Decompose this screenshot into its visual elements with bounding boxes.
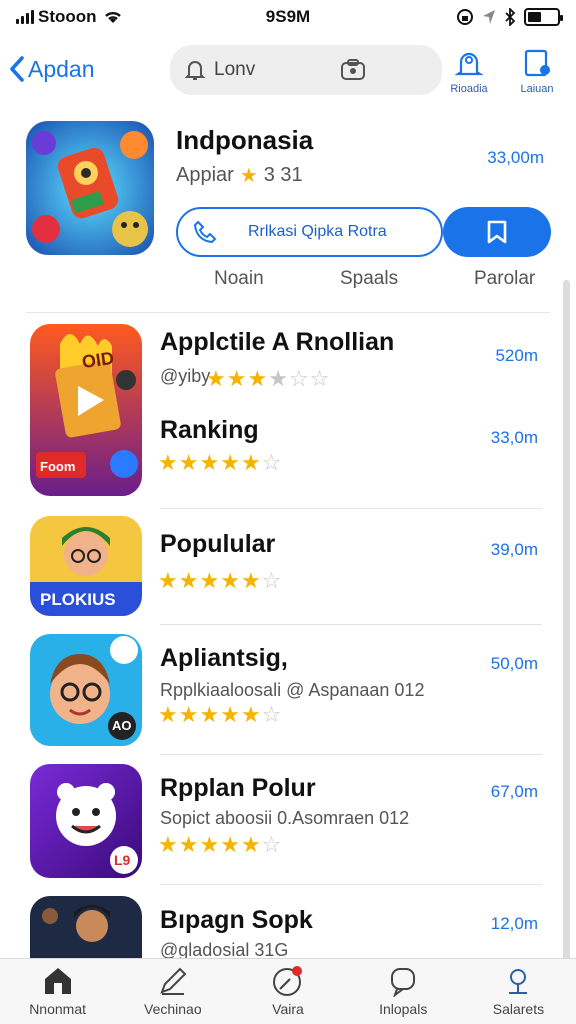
star-rating: ★ ★ ★ ★ ★ ☆ xyxy=(158,568,282,593)
nav-action-rioadia[interactable]: Rioadia xyxy=(436,48,502,95)
tabbar-item-search[interactable]: Salarets xyxy=(461,959,576,1024)
list-item[interactable]: Bıpagn Sopk @gladosial 31G 12,0m xyxy=(0,902,560,960)
app-size: 520m xyxy=(495,346,538,365)
app-size: 50,0m xyxy=(490,654,538,673)
nav-action-label: Laiuan xyxy=(520,83,554,95)
back-label: Apdan xyxy=(28,55,95,82)
carrier-label: Stooon xyxy=(38,7,97,26)
scrollbar[interactable] xyxy=(563,280,570,980)
divider xyxy=(160,624,542,625)
tab-parolar[interactable]: Parolar xyxy=(474,268,535,290)
person-bell-icon xyxy=(454,52,484,76)
wifi-icon xyxy=(104,11,121,23)
search-input[interactable]: Lonv xyxy=(170,45,442,95)
status-bar: Stooon 9S9M xyxy=(0,0,576,34)
nav-bar: Apdan Lonv Rioadia Laiuan xyxy=(0,40,576,104)
phone-icon xyxy=(193,220,217,244)
star-rating: ★ ★ ★ ★ ★ ☆ xyxy=(158,702,282,727)
bookmark-button[interactable] xyxy=(443,207,551,257)
featured-rating: Appiar ★ 3 31 xyxy=(176,163,303,188)
star-rating: ★ ★ ★ ★ ★ ☆ xyxy=(158,450,282,475)
bell-icon xyxy=(184,61,206,80)
list-item[interactable]: Rpplan Polur Sopict aboosii 0.Asomraen 0… xyxy=(0,770,560,880)
back-button[interactable]: Apdan xyxy=(8,50,95,88)
app-title: Bıpagn Sopk xyxy=(160,906,313,934)
bookmark-icon xyxy=(487,220,507,244)
featured-action-label: Rrlkasi Qipka Rotra xyxy=(248,223,387,240)
featured-app-size: 33,00m xyxy=(487,148,544,167)
lock-rotation-icon xyxy=(457,9,473,25)
app-size: 67,0m xyxy=(490,782,538,801)
tabbar-label: Salarets xyxy=(492,1001,545,1017)
nav-action-label: Rioadia xyxy=(450,83,488,95)
star-rating: ★ ★ ★ ★ ☆ ☆ xyxy=(206,366,330,391)
home-icon xyxy=(44,968,71,994)
featured-app-title: Indponasia xyxy=(176,125,314,155)
tab-noain[interactable]: Noain xyxy=(214,268,264,290)
featured-action-button[interactable]: Rrlkasi Qipka Rotra xyxy=(176,207,443,257)
list-item[interactable]: Populular ★ ★ ★ ★ ★ ☆ 39,0m xyxy=(0,524,560,614)
tabbar-label: Inlopals xyxy=(379,1001,428,1017)
app-subtitle: Sopict aboosii 0.Asomraen 012 xyxy=(160,808,410,828)
tabbar-item-explore[interactable]: Vaira xyxy=(230,959,345,1024)
pencil-icon xyxy=(160,967,187,995)
segment-tabs: Noain Spaals Parolar xyxy=(0,268,576,302)
list-item[interactable]: Ranking ★ ★ ★ ★ ★ ☆ 33,0m xyxy=(0,414,560,504)
tabbar-item-home[interactable]: Nnonmat xyxy=(0,959,115,1024)
battery-icon xyxy=(524,8,563,26)
rating-prefix: Appiar xyxy=(176,164,234,186)
nav-action-laiuan[interactable]: Laiuan xyxy=(504,48,570,95)
star-icon: ★ xyxy=(239,165,258,187)
list-item[interactable]: Apliantsig, Rpplkiaaloosali @ Aspanaan 0… xyxy=(0,640,560,750)
app-title: Rpplan Polur xyxy=(160,774,316,802)
divider xyxy=(160,508,542,509)
chevron-left-icon xyxy=(10,56,24,82)
document-badge-icon xyxy=(524,49,550,77)
tabbar-label: Vechinao xyxy=(144,1001,202,1017)
location-pin-icon xyxy=(509,969,528,994)
featured-app-icon[interactable] xyxy=(26,121,154,255)
tabbar-label: Nnonmat xyxy=(29,1001,86,1017)
star-rating: ★ ★ ★ ★ ★ ☆ xyxy=(158,832,282,857)
tabbar-item-edit[interactable]: Vechinao xyxy=(115,959,230,1024)
app-size: 33,0m xyxy=(490,428,538,447)
app-title: Ranking xyxy=(160,416,259,444)
rating-value: 3 31 xyxy=(263,164,303,186)
app-subtitle: @yiby xyxy=(160,366,211,386)
divider xyxy=(26,312,550,313)
app-size: 12,0m xyxy=(490,914,538,933)
app-title: Populular xyxy=(160,530,276,558)
divider xyxy=(160,754,542,755)
camera-icon[interactable] xyxy=(340,58,366,82)
search-text: Lonv xyxy=(214,59,256,80)
tab-bar: Nnonmat Vechinao Vaira Inlopals Salarets xyxy=(0,958,576,1024)
tabbar-item-chat[interactable]: Inlopals xyxy=(346,959,461,1024)
list-item[interactable]: Applctile A Rnollian @yiby ★ ★ ★ ★ ☆ ☆ 520m xyxy=(0,324,560,408)
bluetooth-icon xyxy=(505,8,516,26)
signal-icon xyxy=(16,10,34,24)
divider xyxy=(160,884,542,885)
app-title: Apliantsig, xyxy=(160,644,288,672)
compass-icon xyxy=(273,966,302,996)
tab-spaals[interactable]: Spaals xyxy=(340,268,398,290)
tabbar-label: Vaira xyxy=(272,1001,304,1017)
app-title: Applctile A Rnollian xyxy=(160,328,395,356)
chat-icon xyxy=(391,968,416,997)
app-size: 39,0m xyxy=(490,540,538,559)
location-icon xyxy=(483,10,495,24)
app-subtitle: Rpplkiaaloosali @ Aspanaan 012 xyxy=(160,680,425,700)
